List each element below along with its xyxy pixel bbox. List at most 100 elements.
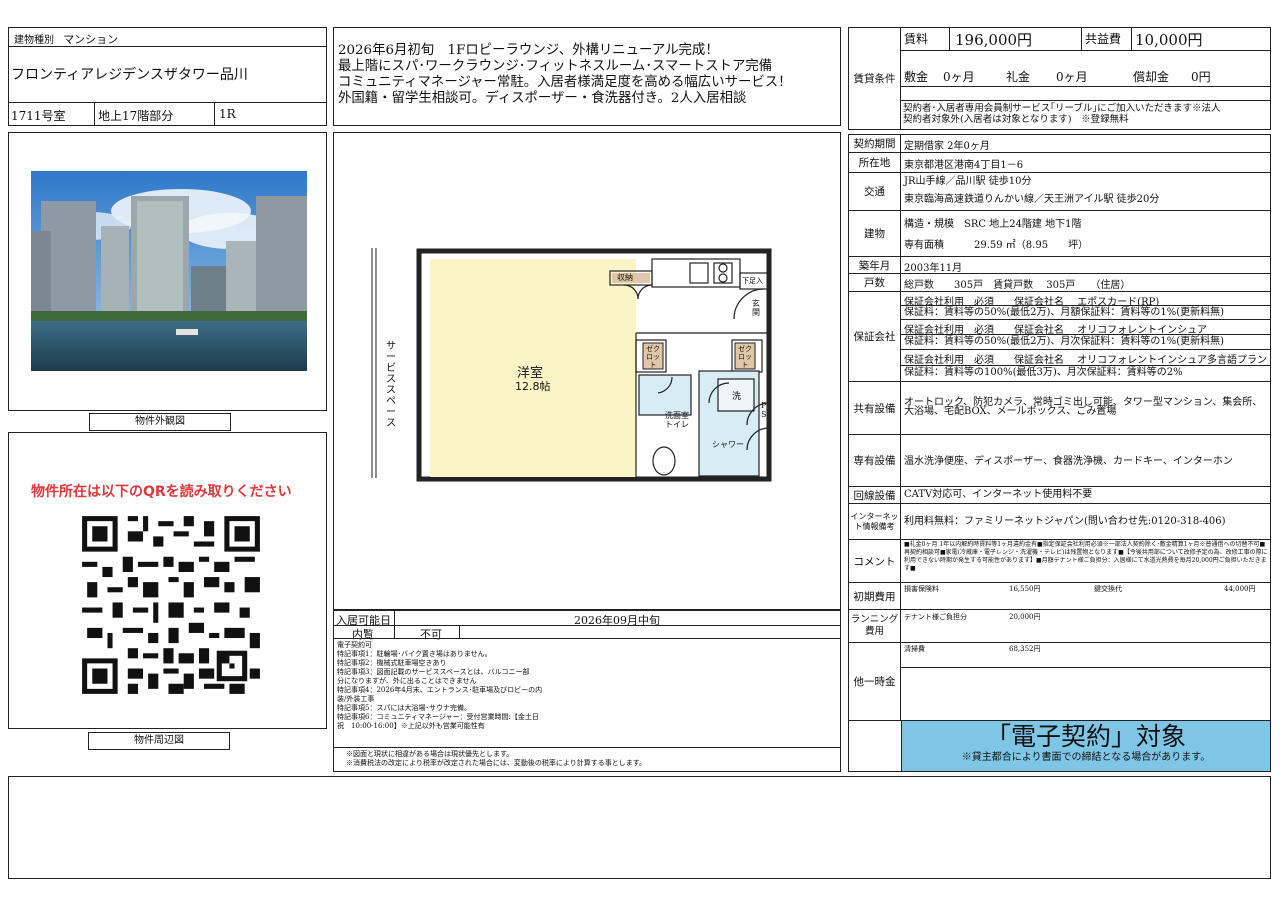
private-facilities-value: 温水洗浄便座、ディスポーザー、食器洗浄機、カードキー、インターホン xyxy=(904,456,1233,467)
note-line: 特記事項3：図面記載のサービススペースとは、バルコニー部 xyxy=(337,668,530,676)
rent-grid: 賃料 196,000円 共益費 10,000円 敷金 0ヶ月 礼金 0ヶ月 償却… xyxy=(901,28,1270,129)
layout-type: 1R xyxy=(219,107,236,121)
shared-facilities-value: オートロック、防犯カメラ、常時ゴミ出し可能、タワー型マンション、集会所、大浴場、… xyxy=(904,397,1263,417)
member-note-line: 契約者･入居者専用会員制サービス｢リーブル｣にご加入いただきます※法人 xyxy=(903,103,1221,114)
common-fee-value: 10,000円 xyxy=(1135,31,1203,49)
location-qr-panel: 物件所在は以下のQRを読み取りください xyxy=(8,432,327,729)
qr-code-icon[interactable] xyxy=(77,511,265,699)
building-label: 建物 xyxy=(849,211,901,256)
private-facilities-label: 専有設備 xyxy=(849,435,901,486)
amortization-label: 償却金 xyxy=(1133,70,1170,84)
note-line: 特記事項6：コミュニティマネージャー：受付営業時間:【金土日 xyxy=(337,713,539,721)
guarantee-note: 保証料：賃料等の50%(最低2万)、月額保証料：賃料等の1%(更新料無) xyxy=(904,307,1225,318)
line-label: 回線設備 xyxy=(849,487,901,503)
note-line: 特記事項4：2026年4月末、エントランス･駐車場及びロビーの内 xyxy=(337,686,543,694)
building-type-label: 建物種別 xyxy=(14,35,54,46)
move-in-panel: 入居可能日 2026年09月中旬 内覧 不可 電子契約可 特記事項1：駐輪場･バ… xyxy=(333,610,841,772)
area-value: 専有面積 29.59 ㎡（8.95 坪） xyxy=(904,240,1089,251)
member-note-line: 契約者対象外(入居者は対象となります) ※登録無料 xyxy=(903,114,1129,125)
map-caption: 物件周辺図 xyxy=(88,732,230,750)
building-name: フロンティアレジデンスザタワー品川 xyxy=(11,67,248,83)
initial-item: 損害保険料 xyxy=(904,585,939,593)
footnote-line: ※図面と現状に相違がある場合は現状優先とします。 xyxy=(346,750,514,758)
guarantee-label: 保証会社 xyxy=(849,292,901,381)
property-details: 契約期間 定期借家 2年0ヶ月 所在地 東京都港区港南4丁目1－6 交通 JR山… xyxy=(848,134,1271,772)
note-line: 電子契約可 xyxy=(337,641,372,649)
entrance-label: 玄関 xyxy=(752,299,760,317)
rent-value: 196,000円 xyxy=(955,31,1033,49)
guarantee-note: 保証料：賃料等の50%(最低2万)、月次保証料：賃料等の1%(更新料無) xyxy=(904,336,1225,347)
special-notes: 電子契約可 特記事項1：駐輪場･バイク置き場はありません。 特記事項2：機械式駐… xyxy=(337,641,597,731)
guarantee-note: 保証料：賃料等の100%(最低3万)、月次保証料：賃料等の2% xyxy=(904,367,1183,378)
transport-label: 交通 xyxy=(849,173,901,210)
address-label: 所在地 xyxy=(849,153,901,172)
built-label: 築年月 xyxy=(849,257,901,273)
initial-item-value: 16,550円 xyxy=(1009,585,1041,593)
property-header: 建物種別 マンション フロンティアレジデンスザタワー品川 1711号室 地上17… xyxy=(8,27,327,126)
deposit-label: 敷金 xyxy=(904,70,929,84)
closet-label: ゼクロット xyxy=(738,345,752,369)
rent-label: 賃料 xyxy=(904,32,929,46)
note-line: 特記事項2：機械式駐車場空きあり xyxy=(337,659,447,667)
shower-label: シャワー xyxy=(712,440,744,449)
exterior-photo xyxy=(31,171,307,371)
pipe-space-label: PS xyxy=(761,401,767,419)
rent-conditions: 賃貸条件 賃料 196,000円 共益費 10,000円 敷金 0ヶ月 礼金 0… xyxy=(848,27,1271,130)
storage-label: 収納 xyxy=(617,273,633,282)
common-fee-label: 共益費 xyxy=(1085,32,1122,46)
viewing-value: 不可 xyxy=(420,628,442,641)
exterior-photo-panel: 物件外観図 xyxy=(8,132,327,431)
initial-item: 鍵交換代 xyxy=(1094,585,1122,593)
initial-item-value: 44,000円 xyxy=(1224,585,1256,593)
headline-line: 最上階にスパ･ワークラウンジ･フィットネスルーム･スマートストア完備 xyxy=(338,59,773,74)
address-value: 東京都港区港南4丁目1－6 xyxy=(904,160,1024,171)
deposit-value: 0ヶ月 xyxy=(943,70,975,84)
washer-label: 洗 xyxy=(732,392,742,402)
running-item-value: 20,000円 xyxy=(1009,613,1041,621)
internet-label: インターネット情報備考 xyxy=(849,504,901,539)
transport-line: JR山手線／品川駅 徒歩10分 xyxy=(904,176,1032,187)
initial-cost-label: 初期費用 xyxy=(849,583,901,609)
one-time-label: 他一時金 xyxy=(849,643,901,720)
amortization-value: 0円 xyxy=(1191,70,1211,84)
footnote-line: ※消費税法の改定により税率が改定された場合には、変動後の税率により計算する事とし… xyxy=(346,759,647,767)
headline-text: 2026年6月初旬 1Fロビーラウンジ、外構リニューアル完成！ 最上階にスパ･ワ… xyxy=(338,43,840,107)
footnotes: ※図面と現状に相違がある場合は現状優先とします。 ※消費税法の改定により税率が改… xyxy=(346,750,646,768)
member-note: 契約者･入居者専用会員制サービス｢リーブル｣にご加入いただきます※法人 契約者対… xyxy=(903,103,1221,125)
note-line: 祝 10:00-16:00】※上記以外も営業可能性有 xyxy=(337,722,485,730)
note-line: 装/外装工事 xyxy=(337,695,375,703)
units-value: 総戸数 305戸 賃貸戸数 305戸 （住居） xyxy=(904,280,1131,291)
key-money-label: 礼金 xyxy=(1006,70,1031,84)
headline-box: 2026年6月初旬 1Fロビーラウンジ、外構リニューアル完成！ 最上階にスパ･ワ… xyxy=(333,27,841,126)
bottom-remarks-box xyxy=(8,776,1271,879)
structure-value: 構造・規模 SRC 地上24階建 地下1階 xyxy=(904,219,1082,230)
e-contract-note: ※貸主都合により書面での締結となる場合があります。 xyxy=(961,752,1211,763)
comment-value: ■礼金0ヶ月 1年以内解約時賃料等1ヶ月違約金有■指定保証会社利用必須※一部法人… xyxy=(904,541,1268,572)
note-line: 特記事項5：スパには大浴場･サウナ完備。 xyxy=(337,704,471,712)
one-time-item: 清掃費 xyxy=(904,645,925,653)
room-number: 1711号室 xyxy=(11,109,66,123)
running-cost-label: ランニング費用 xyxy=(849,610,901,642)
viewing-label: 内覧 xyxy=(352,628,374,641)
closet-label: ゼクロット xyxy=(646,345,660,369)
washroom-label: 洗面室トイレ xyxy=(665,411,689,429)
transport-line: 東京臨海高速鉄道りんかい線／天王洲アイル駅 徒歩20分 xyxy=(904,194,1160,205)
headline-line: コミュニティマネージャー常駐。入居者様満足度を高める幅広いサービス！ xyxy=(338,75,792,90)
rent-section-label: 賃貸条件 xyxy=(849,28,901,129)
room-size-label: 12.8帖 xyxy=(515,380,551,393)
line-value: CATV対応可、インターネット使用料不要 xyxy=(904,489,1093,500)
internet-value: 利用料無料：ファミリーネットジャパン(問い合わせ先:0120-318-406) xyxy=(904,516,1226,527)
service-space-label: サービススペース xyxy=(386,341,396,429)
built-value: 2003年11月 xyxy=(904,263,963,274)
note-line: 分になりますが、外に出ることはできません xyxy=(337,677,477,685)
qr-notice: 物件所在は以下のQRを読み取りください xyxy=(31,484,292,500)
running-item: テナント様ご負担分 xyxy=(904,613,967,621)
units-label: 戸数 xyxy=(849,274,901,291)
building-type-row: 建物種別 マンション xyxy=(14,31,118,47)
photo-caption: 物件外観図 xyxy=(89,413,231,431)
contract-label: 契約期間 xyxy=(849,135,901,152)
building-type-value: マンション xyxy=(63,33,119,46)
floor-info: 地上17階部分 xyxy=(98,109,174,123)
floorplan-panel: サービススペース 洋室 12.8帖 収納 下足入 玄関 ゼクロット ゼクロット … xyxy=(333,132,841,610)
note-line: 特記事項1：駐輪場･バイク置き場はありません。 xyxy=(337,650,492,658)
